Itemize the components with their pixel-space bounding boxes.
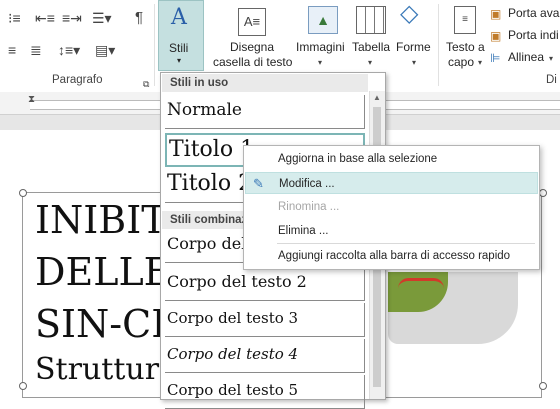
- menu-item-aggiungi[interactable]: Aggiungi raccolta alla barra di accesso …: [245, 245, 538, 267]
- chevron-down-icon: ▾: [478, 58, 483, 67]
- edit-style-icon: ✎: [253, 176, 264, 191]
- send-backward-icon[interactable]: ▣: [490, 28, 501, 44]
- chevron-down-icon: ▾: [177, 56, 182, 65]
- menu-item-modifica[interactable]: ✎ Modifica ...: [245, 172, 538, 194]
- context-menu: Aggiorna in base alla selezione ✎ Modifi…: [243, 145, 540, 270]
- document-line[interactable]: DELLE: [35, 250, 171, 294]
- menu-item-aggiorna[interactable]: Aggiorna in base alla selezione: [245, 148, 538, 170]
- chevron-down-icon: ▾: [549, 54, 554, 63]
- menu-item-elimina[interactable]: Elimina ...: [245, 220, 538, 242]
- pilcrow-icon[interactable]: ¶: [135, 10, 143, 26]
- resize-handle[interactable]: [539, 382, 547, 390]
- shapes-icon[interactable]: ◇: [400, 2, 418, 26]
- chevron-down-icon: ▾: [368, 58, 373, 67]
- separator: [438, 4, 439, 86]
- tabella-button[interactable]: Tabella: [352, 40, 390, 54]
- document-line[interactable]: Struttura: [35, 352, 177, 387]
- stili-button[interactable]: A Stili ▾: [158, 0, 204, 71]
- forme-button[interactable]: Forme: [396, 40, 431, 54]
- shading-icon[interactable]: ▤▾: [95, 42, 115, 58]
- allinea-button[interactable]: Allinea: [508, 50, 544, 64]
- wrap-text-icon[interactable]: ≡: [454, 6, 476, 34]
- bring-forward-icon[interactable]: ▣: [490, 6, 501, 22]
- porta-indietro-button[interactable]: Porta indi: [508, 28, 559, 42]
- style-corpo-testo-5[interactable]: Corpo del testo 5: [165, 375, 365, 409]
- menu-separator: [277, 243, 535, 244]
- table-icon[interactable]: [356, 6, 386, 34]
- capo-label[interactable]: capo: [448, 55, 474, 69]
- align-icon[interactable]: ⊫: [490, 50, 500, 66]
- pictures-icon[interactable]: ▲: [308, 6, 338, 34]
- dialog-launcher-icon[interactable]: ⧉: [143, 76, 149, 92]
- menu-item-label: Modifica ...: [279, 178, 335, 190]
- testo-a-capo-button[interactable]: Testo a: [446, 40, 485, 54]
- resize-handle[interactable]: [19, 189, 27, 197]
- separator: [154, 4, 155, 86]
- porta-avanti-button[interactable]: Porta avar: [508, 6, 560, 20]
- numbering-icon[interactable]: ☰▾: [92, 10, 112, 26]
- disegna-label[interactable]: Disegna: [230, 40, 274, 54]
- style-corpo-testo-3[interactable]: Corpo del testo 3: [165, 303, 365, 337]
- picture[interactable]: [388, 272, 518, 344]
- stili-label: Stili: [169, 41, 189, 55]
- casella-label[interactable]: casella di testo: [213, 55, 292, 69]
- style-corpo-testo-2[interactable]: Corpo del testo 2: [165, 267, 365, 301]
- indent-marker-icon[interactable]: ⧗: [28, 94, 35, 105]
- increase-indent-icon[interactable]: ≡⇥: [62, 10, 82, 26]
- group-label: Di: [546, 74, 557, 86]
- style-corpo-testo-4[interactable]: Corpo del testo 4: [165, 339, 365, 373]
- section-header: Stili in uso: [162, 74, 368, 92]
- immagini-button[interactable]: Immagini: [296, 40, 345, 54]
- paragraph-group-label: Paragrafo: [52, 74, 103, 86]
- styles-icon: A: [171, 5, 187, 30]
- chevron-down-icon: ▾: [412, 58, 417, 67]
- text-box-icon[interactable]: A≡: [238, 8, 266, 36]
- scroll-up-icon[interactable]: ▲: [373, 93, 381, 102]
- document-line[interactable]: INIBIT: [35, 198, 167, 242]
- resize-handle[interactable]: [539, 189, 547, 197]
- resize-handle[interactable]: [19, 382, 27, 390]
- menu-item-rinomina: Rinomina ...: [278, 201, 340, 213]
- style-normale[interactable]: Normale: [165, 95, 365, 129]
- bullets-icon[interactable]: ⁝≡: [8, 10, 21, 26]
- chevron-down-icon: ▾: [318, 58, 323, 67]
- align-left-icon[interactable]: ≡: [8, 42, 16, 58]
- line-spacing-icon[interactable]: ↕≡▾: [58, 42, 80, 58]
- picture-shape: [398, 278, 444, 299]
- justify-icon[interactable]: ≣: [30, 42, 42, 58]
- decrease-indent-icon[interactable]: ⇤≡: [35, 10, 55, 26]
